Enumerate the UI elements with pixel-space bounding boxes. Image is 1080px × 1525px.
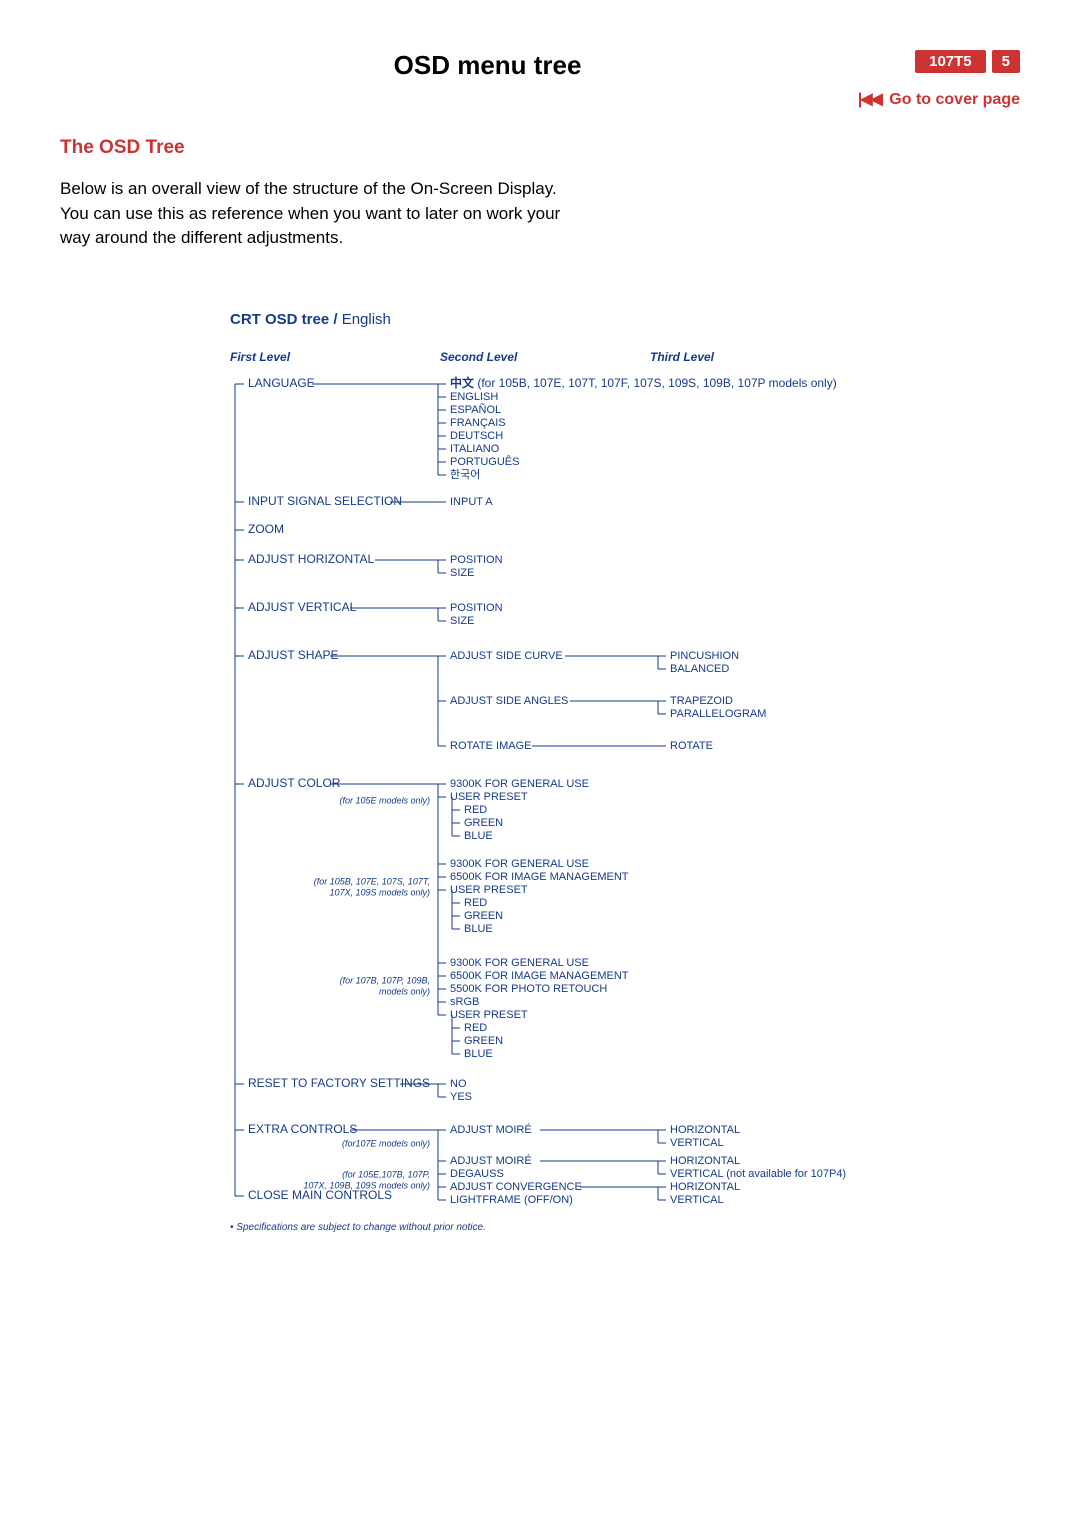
level2-label: Second Level xyxy=(440,350,650,364)
svg-text:ESPAÑOL: ESPAÑOL xyxy=(450,403,501,416)
section-heading: The OSD Tree xyxy=(60,137,1020,159)
svg-text:ADJUST CONVERGENCE: ADJUST CONVERGENCE xyxy=(450,1181,582,1193)
svg-text:107X, 109S models only): 107X, 109S models only) xyxy=(329,887,430,897)
svg-text:BALANCED: BALANCED xyxy=(670,663,729,675)
svg-text:BLUE: BLUE xyxy=(464,923,493,935)
svg-text:ZOOM: ZOOM xyxy=(248,522,284,536)
intro-paragraph: Below is an overall view of the structur… xyxy=(60,177,580,251)
svg-text:NO: NO xyxy=(450,1078,467,1090)
go-to-cover-link[interactable]: |◀◀ Go to cover page xyxy=(60,89,1020,109)
svg-text:EXTRA CONTROLS: EXTRA CONTROLS xyxy=(248,1122,357,1136)
svg-text:ADJUST SIDE CURVE: ADJUST SIDE CURVE xyxy=(450,650,563,662)
svg-text:SIZE: SIZE xyxy=(450,615,474,627)
svg-text:GREEN: GREEN xyxy=(464,817,503,829)
svg-text:FRANÇAIS: FRANÇAIS xyxy=(450,417,506,429)
svg-text:(for 107B, 107P, 109B,: (for 107B, 107P, 109B, xyxy=(340,975,430,985)
model-badge: 107T5 xyxy=(915,50,986,73)
svg-text:PORTUGUÊS: PORTUGUÊS xyxy=(450,455,519,468)
svg-text:ENGLISH: ENGLISH xyxy=(450,391,498,403)
svg-text:DEUTSCH: DEUTSCH xyxy=(450,430,503,442)
svg-text:ADJUST MOIRÉ: ADJUST MOIRÉ xyxy=(450,1123,532,1136)
svg-text:USER PRESET: USER PRESET xyxy=(450,1009,528,1021)
svg-text:9300K FOR GENERAL USE: 9300K FOR GENERAL USE xyxy=(450,778,589,790)
level1-label: First Level xyxy=(230,350,440,364)
level3-label: Third Level xyxy=(650,350,860,364)
svg-text:VERTICAL (not available for 10: VERTICAL (not available for 107P4) xyxy=(670,1168,846,1180)
svg-text:LANGUAGE: LANGUAGE xyxy=(248,376,315,390)
svg-text:6500K FOR IMAGE MANAGEMENT: 6500K FOR IMAGE MANAGEMENT xyxy=(450,970,629,982)
svg-text:HORIZONTAL: HORIZONTAL xyxy=(670,1124,740,1136)
svg-text:SIZE: SIZE xyxy=(450,567,474,579)
svg-text:INPUT A: INPUT A xyxy=(450,496,493,508)
svg-text:LIGHTFRAME (OFF/ON): LIGHTFRAME (OFF/ON) xyxy=(450,1194,573,1206)
svg-text:ROTATE: ROTATE xyxy=(670,740,713,752)
svg-text:6500K FOR IMAGE MANAGEMENT: 6500K FOR IMAGE MANAGEMENT xyxy=(450,871,629,883)
svg-text:RED: RED xyxy=(464,1022,487,1034)
svg-text:models only): models only) xyxy=(379,986,430,996)
svg-text:RED: RED xyxy=(464,804,487,816)
svg-text:ITALIANO: ITALIANO xyxy=(450,443,500,455)
svg-text:sRGB: sRGB xyxy=(450,996,479,1008)
svg-text:BLUE: BLUE xyxy=(464,1048,493,1060)
cover-link-text: Go to cover page xyxy=(889,91,1020,108)
svg-text:9300K FOR GENERAL USE: 9300K FOR GENERAL USE xyxy=(450,858,589,870)
svg-text:TRAPEZOID: TRAPEZOID xyxy=(670,695,733,707)
tree-title: CRT OSD tree / English xyxy=(230,311,1020,328)
svg-text:DEGAUSS: DEGAUSS xyxy=(450,1168,504,1180)
svg-text:한국어: 한국어 xyxy=(450,468,480,481)
svg-text:HORIZONTAL: HORIZONTAL xyxy=(670,1155,740,1167)
svg-text:PINCUSHION: PINCUSHION xyxy=(670,650,739,662)
svg-text:RED: RED xyxy=(464,897,487,909)
page-title: OSD menu tree xyxy=(60,50,915,81)
svg-text:INPUT SIGNAL SELECTION: INPUT SIGNAL SELECTION xyxy=(248,494,402,508)
svg-text:5500K FOR PHOTO RETOUCH: 5500K FOR PHOTO RETOUCH xyxy=(450,983,607,995)
svg-text:GREEN: GREEN xyxy=(464,1035,503,1047)
svg-text:(for 105B, 107E, 107S, 107T,: (for 105B, 107E, 107S, 107T, xyxy=(314,876,430,886)
rewind-icon: |◀◀ xyxy=(858,91,881,108)
svg-text:USER PRESET: USER PRESET xyxy=(450,791,528,803)
footnote: • Specifications are subject to change w… xyxy=(230,1222,1020,1233)
svg-text:YES: YES xyxy=(450,1091,472,1103)
svg-text:ADJUST SIDE ANGLES: ADJUST SIDE ANGLES xyxy=(450,695,568,707)
svg-text:(for 105E,107B, 107P,: (for 105E,107B, 107P, xyxy=(342,1169,430,1179)
svg-text:9300K FOR GENERAL USE: 9300K FOR GENERAL USE xyxy=(450,957,589,969)
svg-text:POSITION: POSITION xyxy=(450,554,503,566)
svg-text:PARALLELOGRAM: PARALLELOGRAM xyxy=(670,708,766,720)
svg-text:ADJUST HORIZONTAL: ADJUST HORIZONTAL xyxy=(248,552,375,566)
page-number-badge: 5 xyxy=(992,50,1020,73)
svg-text:107X, 109B, 109S models only): 107X, 109B, 109S models only) xyxy=(303,1180,430,1190)
svg-text:ADJUST COLOR: ADJUST COLOR xyxy=(248,776,341,790)
svg-text:(for107E models only): (for107E models only) xyxy=(342,1138,430,1148)
svg-text:BLUE: BLUE xyxy=(464,830,493,842)
svg-text:GREEN: GREEN xyxy=(464,910,503,922)
svg-text:ADJUST SHAPE: ADJUST SHAPE xyxy=(248,648,338,662)
svg-text:HORIZONTAL: HORIZONTAL xyxy=(670,1181,740,1193)
svg-text:ROTATE IMAGE: ROTATE IMAGE xyxy=(450,740,532,752)
svg-text:RESET TO FACTORY SETTINGS: RESET TO FACTORY SETTINGS xyxy=(248,1076,430,1090)
tree-svg: LANGUAGE INPUT SIGNAL SELECTION ZOOM ADJ… xyxy=(230,374,910,1214)
svg-text:ADJUST VERTICAL: ADJUST VERTICAL xyxy=(248,600,357,614)
svg-text:ADJUST MOIRÉ: ADJUST MOIRÉ xyxy=(450,1154,532,1167)
svg-text:USER PRESET: USER PRESET xyxy=(450,884,528,896)
svg-text:VERTICAL: VERTICAL xyxy=(670,1194,724,1206)
svg-text:VERTICAL: VERTICAL xyxy=(670,1137,724,1149)
svg-text:(for 105E models only): (for 105E models only) xyxy=(339,795,430,805)
osd-tree-diagram: CRT OSD tree / English First Level Secon… xyxy=(230,311,1020,1233)
svg-text:中文 (for 105B, 107E, 107T, 107F: 中文 (for 105B, 107E, 107T, 107F, 107S, 10… xyxy=(450,375,837,390)
svg-text:POSITION: POSITION xyxy=(450,602,503,614)
